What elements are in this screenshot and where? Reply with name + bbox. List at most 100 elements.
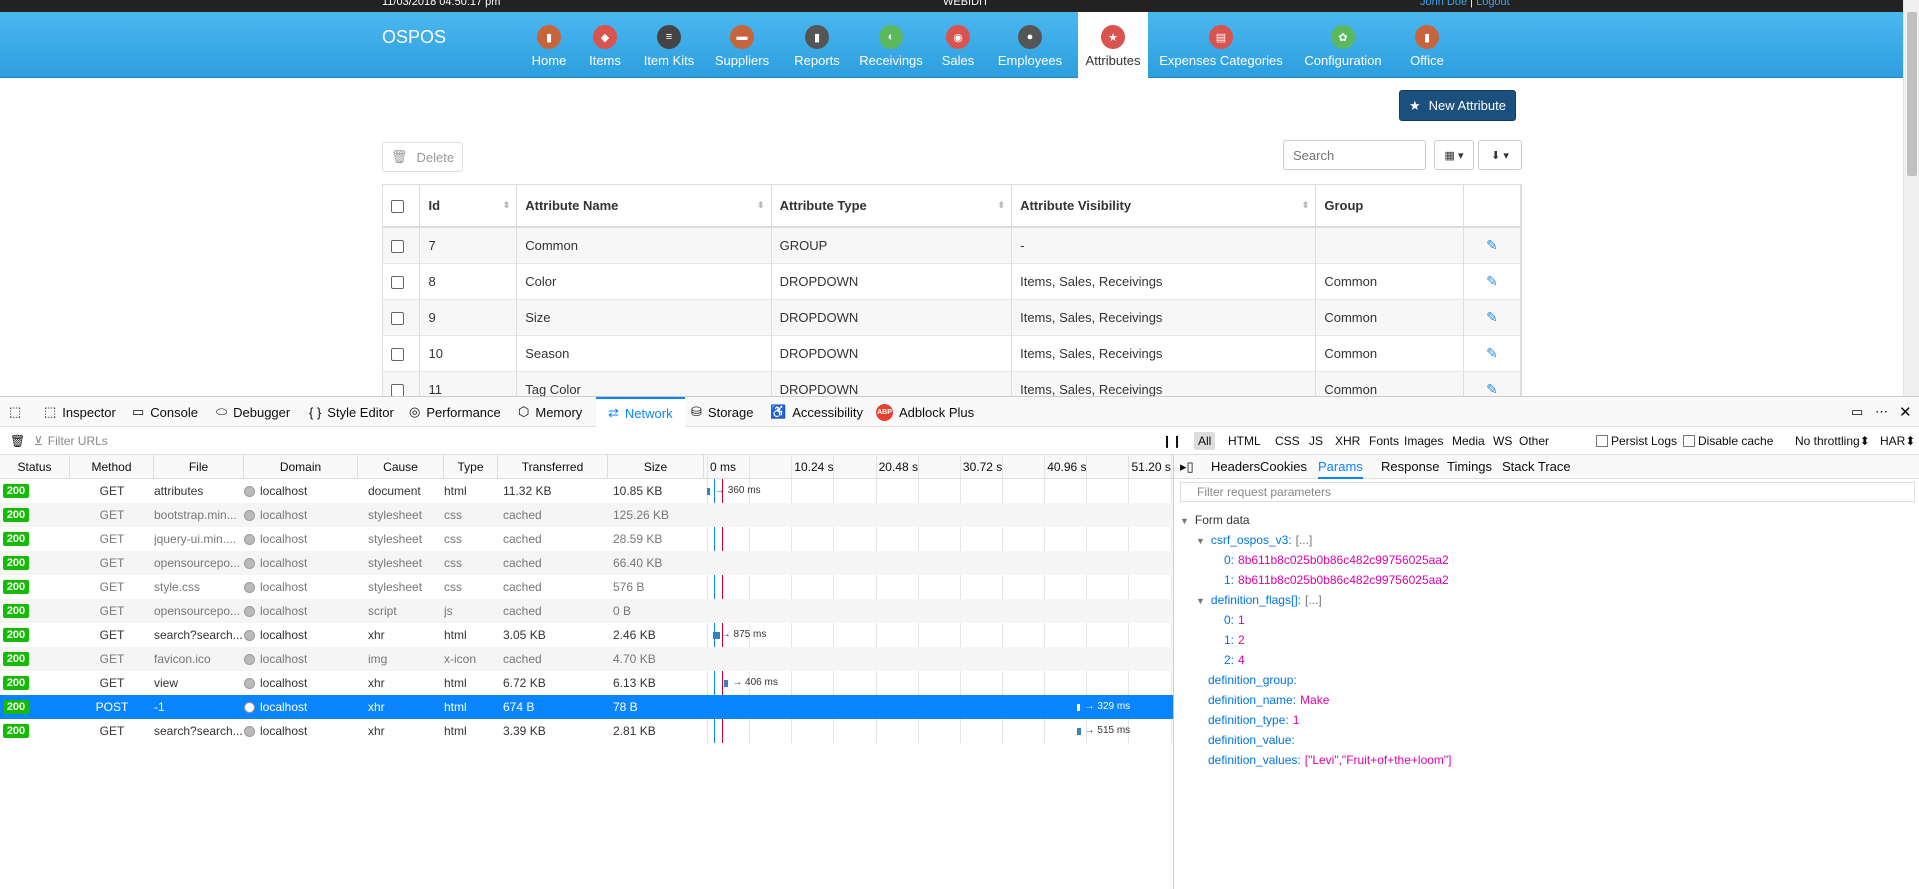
tab-memory[interactable]: ⬡ Memory <box>518 397 582 427</box>
row-checkbox[interactable] <box>391 311 404 325</box>
persist-logs-checkbox[interactable] <box>1596 435 1608 447</box>
delete-button[interactable]: 🗑 Delete <box>382 142 463 172</box>
edit-icon[interactable]: ✎ <box>1486 345 1498 361</box>
type-filter-js[interactable]: JS <box>1305 427 1327 455</box>
table-row[interactable]: 8 Color DROPDOWN Items, Sales, Receivings Co… <box>383 262 1521 299</box>
type-filter-images[interactable]: Images <box>1400 427 1447 455</box>
request-row[interactable]: 200 GET style.css localhost stylesheet css cac… <box>0 575 1173 599</box>
request-row[interactable]: 200 GET jquery-ui.min.... localhost styleshe… <box>0 527 1173 551</box>
type-filter-fonts[interactable]: Fonts <box>1365 427 1403 455</box>
edit-icon[interactable]: ✎ <box>1486 273 1498 289</box>
request-row[interactable]: 200 GET opensourcepo... localhost script js ca… <box>0 599 1173 623</box>
type-filter-other[interactable]: Other <box>1515 427 1553 455</box>
param-definition-type[interactable]: definition_type: 1 <box>1208 713 1303 727</box>
param-definition-group[interactable]: definition_group: <box>1208 673 1301 687</box>
column-header-transferred[interactable]: Transferred <box>498 455 608 479</box>
edit-icon[interactable]: ✎ <box>1486 309 1498 325</box>
nav-item-office[interactable]: ▮ Office <box>1400 12 1454 78</box>
brand-logo[interactable]: OSPOS <box>382 27 446 48</box>
filter-params-input[interactable]: Filter request parameters <box>1180 482 1915 502</box>
nav-item-receivings[interactable]: ◐ Receivings <box>856 12 926 78</box>
column-header-method[interactable]: Method <box>70 455 154 479</box>
page-scrollbar[interactable] <box>1903 0 1919 396</box>
details-tab-response[interactable]: Response <box>1381 455 1440 479</box>
nav-item-configuration[interactable]: ✿ Configuration <box>1299 12 1387 78</box>
persist-logs-toggle[interactable]: Persist Logs <box>1596 427 1677 455</box>
column-header-type[interactable]: Type <box>444 455 498 479</box>
request-row[interactable]: 200 GET search?search... localhost xhr html 3.… <box>0 719 1173 743</box>
throttling-select[interactable]: No throttling ⬍ <box>1795 427 1870 455</box>
more-options-icon[interactable]: ⋯ <box>1875 397 1888 427</box>
new-attribute-button[interactable]: ★ New Attribute <box>1399 90 1516 121</box>
param-flags-item[interactable]: 0: 1 <box>1224 613 1249 627</box>
tab-network[interactable]: ⇄ Network <box>596 397 685 427</box>
nav-item-reports[interactable]: ▮ Reports <box>788 12 846 78</box>
row-checkbox[interactable] <box>391 383 404 396</box>
logout-link[interactable]: Logout <box>1476 0 1510 8</box>
column-header-size[interactable]: Size <box>608 455 704 479</box>
type-filter-html[interactable]: HTML <box>1224 427 1265 455</box>
type-filter-all[interactable]: All <box>1194 427 1216 455</box>
column-header-cause[interactable]: Cause <box>358 455 444 479</box>
row-checkbox[interactable] <box>391 347 404 361</box>
column-header-group[interactable]: Group <box>1315 185 1465 228</box>
param-csrf[interactable]: ▼ csrf_ospos_v3: [...] <box>1196 533 1312 547</box>
tab-inspector[interactable]: ⬚ Inspector <box>44 397 116 427</box>
details-tab-headers[interactable]: Headers <box>1211 455 1260 479</box>
nav-item-home[interactable]: ▮ Home <box>530 12 568 78</box>
table-row[interactable]: 10 Season DROPDOWN Items, Sales, Receivings… <box>383 334 1521 371</box>
request-row[interactable]: 200 GET attributes localhost document html 11.… <box>0 479 1173 503</box>
param-csrf-item[interactable]: 1: 8b611b8c025b0b86c482c99756025aa2 <box>1224 573 1453 587</box>
request-row[interactable]: 200 GET favicon.ico localhost img x-icon cache… <box>0 647 1173 671</box>
nav-item-suppliers[interactable]: ▬ Suppliers <box>712 12 772 78</box>
details-tab-params[interactable]: Params <box>1318 455 1363 479</box>
param-definition-flags[interactable]: ▼ definition_flags[]: [...] <box>1196 593 1322 607</box>
table-row[interactable]: 11 Tag Color DROPDOWN Items, Sales, Receivi… <box>383 370 1521 396</box>
clear-requests-icon[interactable]: 🗑 <box>10 427 25 455</box>
edit-icon[interactable]: ✎ <box>1486 237 1498 253</box>
close-devtools-icon[interactable]: ✕ <box>1899 397 1912 427</box>
nav-item-attributes[interactable]: ★ Attributes <box>1078 12 1148 78</box>
column-view-toggle[interactable]: ▦ ▾ <box>1434 140 1474 170</box>
tab-storage[interactable]: ⛁ Storage <box>691 397 753 427</box>
column-header-attribute-visibility[interactable]: Attribute Visibility ⬍ <box>1011 185 1317 228</box>
column-header-attribute-type[interactable]: Attribute Type ⬍ <box>771 185 1013 228</box>
param-definition-values[interactable]: definition_values: ["Levi","Fruit+of+the+… <box>1208 753 1456 767</box>
disable-cache-toggle[interactable]: Disable cache <box>1683 427 1773 455</box>
nav-item-employees[interactable]: ● Employees <box>995 12 1065 78</box>
details-tab-stack-trace[interactable]: Stack Trace <box>1502 455 1571 479</box>
disable-cache-checkbox[interactable] <box>1683 435 1695 447</box>
request-row[interactable]: 200 GET search?search... localhost xhr html 3.… <box>0 623 1173 647</box>
column-header-attribute-name[interactable]: Attribute Name ⬍ <box>516 185 772 228</box>
dock-side-icon[interactable]: ▭ <box>1851 397 1863 427</box>
har-menu[interactable]: HAR ⬍ <box>1880 427 1915 455</box>
filter-urls-input[interactable]: ⊻ Filter URLs <box>34 427 108 455</box>
column-header-file[interactable]: File <box>154 455 244 479</box>
param-flags-item[interactable]: 1: 2 <box>1224 633 1249 647</box>
request-row[interactable]: 200 GET bootstrap.min... localhost styleshee… <box>0 503 1173 527</box>
details-tab-cookies[interactable]: Cookies <box>1260 455 1307 479</box>
select-all-checkbox[interactable] <box>391 200 404 214</box>
table-row[interactable]: 7 Common GROUP - ✎ <box>383 226 1521 263</box>
row-checkbox[interactable] <box>391 275 404 289</box>
details-tab-timings[interactable]: Timings <box>1447 455 1492 479</box>
nav-item-sales[interactable]: ◉ Sales <box>938 12 978 78</box>
param-definition-value[interactable]: definition_value: <box>1208 733 1299 747</box>
type-filter-xhr[interactable]: XHR <box>1331 427 1364 455</box>
column-header-domain[interactable]: Domain <box>244 455 358 479</box>
column-header-status[interactable]: Status <box>0 455 70 479</box>
nav-item-items[interactable]: ◆ Items <box>587 12 623 78</box>
request-row[interactable]: 200 POST -1 localhost xhr html 674 B 78 B → 329 … <box>0 695 1173 719</box>
request-row[interactable]: 200 GET opensourcepo... localhost stylesheet… <box>0 551 1173 575</box>
tab-accessibility[interactable]: ♿ Accessibility <box>770 397 863 427</box>
table-row[interactable]: 9 Size DROPDOWN Items, Sales, Receivings Com… <box>383 298 1521 335</box>
request-row[interactable]: 200 GET view localhost xhr html 6.72 KB 6.13 KB… <box>0 671 1173 695</box>
form-data-section[interactable]: ▼ Form data <box>1180 513 1250 527</box>
tab-performance[interactable]: ◎ Performance <box>409 397 501 427</box>
tab-console[interactable]: ▭ Console <box>132 397 198 427</box>
param-csrf-item[interactable]: 0: 8b611b8c025b0b86c482c99756025aa2 <box>1224 553 1453 567</box>
type-filter-media[interactable]: Media <box>1448 427 1489 455</box>
type-filter-css[interactable]: CSS <box>1271 427 1304 455</box>
tab-adblock-plus[interactable]: ABP Adblock Plus <box>876 397 974 427</box>
column-header-id[interactable]: Id ⬍ <box>419 185 518 228</box>
